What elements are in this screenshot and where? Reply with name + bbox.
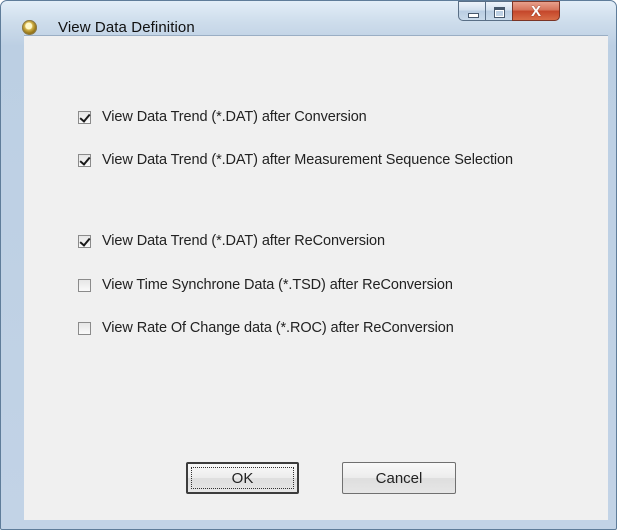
option-label: View Data Trend (*.DAT) after ReConversi…	[102, 233, 385, 249]
window-title: View Data Definition	[58, 19, 195, 36]
minimize-icon	[468, 13, 479, 18]
option-dat-after-conversion[interactable]: View Data Trend (*.DAT) after Conversion	[78, 107, 367, 127]
app-icon	[22, 20, 37, 35]
cancel-button[interactable]: Cancel	[342, 462, 456, 494]
minimize-button[interactable]	[458, 1, 485, 21]
dialog-content: View Data Trend (*.DAT) after Conversion…	[24, 35, 608, 520]
caption-buttons: X	[458, 1, 560, 21]
option-label: View Data Trend (*.DAT) after Measuremen…	[102, 152, 513, 168]
close-icon: X	[530, 3, 541, 20]
option-dat-after-reconversion[interactable]: View Data Trend (*.DAT) after ReConversi…	[78, 231, 385, 251]
option-label: View Time Synchrone Data (*.TSD) after R…	[102, 277, 453, 293]
checkbox-roc-after-reconversion[interactable]	[78, 321, 91, 335]
maximize-button[interactable]	[485, 1, 512, 21]
option-label: View Rate Of Change data (*.ROC) after R…	[102, 320, 454, 336]
title-bar[interactable]: View Data Definition X	[1, 1, 616, 36]
checkbox-dat-after-measurement-sequence[interactable]	[78, 153, 91, 167]
checkbox-dat-after-reconversion[interactable]	[78, 234, 91, 248]
option-label: View Data Trend (*.DAT) after Conversion	[102, 109, 367, 125]
option-dat-after-measurement-sequence[interactable]: View Data Trend (*.DAT) after Measuremen…	[78, 150, 513, 170]
maximize-icon	[494, 7, 505, 18]
dialog-window: View Data Definition X View Data Trend (…	[0, 0, 617, 530]
close-button[interactable]: X	[512, 1, 560, 21]
cancel-button-label: Cancel	[375, 469, 423, 487]
ok-button[interactable]: OK	[186, 462, 299, 494]
checkbox-dat-after-conversion[interactable]	[78, 110, 91, 124]
option-roc-after-reconversion[interactable]: View Rate Of Change data (*.ROC) after R…	[78, 318, 454, 338]
focus-ring	[191, 467, 294, 489]
checkbox-tsd-after-reconversion[interactable]	[78, 278, 91, 292]
option-tsd-after-reconversion[interactable]: View Time Synchrone Data (*.TSD) after R…	[78, 275, 453, 295]
